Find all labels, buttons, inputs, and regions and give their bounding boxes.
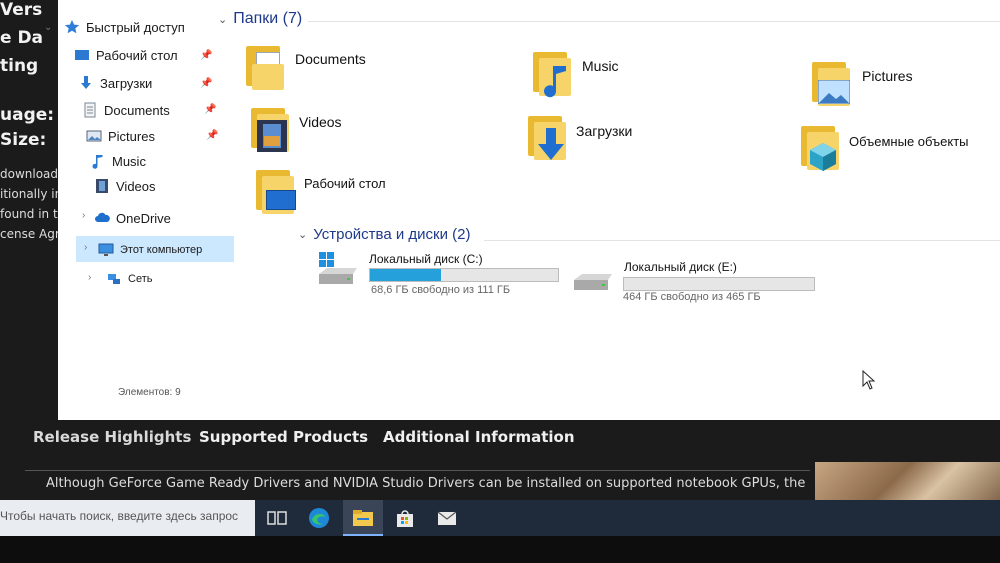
cloud-icon xyxy=(94,210,110,226)
chevron-right-icon[interactable]: › xyxy=(88,272,91,283)
tab-supported-products[interactable]: Supported Products xyxy=(199,428,368,446)
file-explorer-window: ⌄ Быстрый доступ Рабочий стол 📌 Загрузки… xyxy=(44,0,1000,420)
drive-usage-bar xyxy=(623,277,815,291)
nav-item-this-pc[interactable]: Этот компьютер xyxy=(98,239,202,261)
chevron-right-icon[interactable]: › xyxy=(84,242,87,253)
drive-name: Локальный диск (C:) xyxy=(369,252,483,266)
bg-text-fragment: e Da xyxy=(0,28,44,48)
nav-item-music[interactable]: Music xyxy=(90,150,146,172)
hard-drive-icon xyxy=(572,270,614,290)
star-icon xyxy=(64,19,80,35)
drive-free-space: 68,6 ГБ свободно из 111 ГБ xyxy=(371,284,511,296)
chevron-down-icon[interactable]: ⌄ xyxy=(298,228,307,241)
tab-divider xyxy=(25,470,810,471)
navigation-pane: ⌄ Быстрый доступ Рабочий стол 📌 Загрузки… xyxy=(44,0,234,420)
taskbar-search-box[interactable]: Чтобы начать поиск, введите здесь запрос xyxy=(0,500,255,536)
group-divider xyxy=(484,240,1000,241)
pin-icon[interactable]: 📌 xyxy=(200,50,212,61)
3d-objects-folder-icon xyxy=(799,126,839,171)
nav-item-label: Documents xyxy=(104,102,170,118)
nav-item-label: Этот компьютер xyxy=(120,244,203,256)
music-note-icon xyxy=(90,153,106,169)
pictures-folder-icon xyxy=(810,62,850,106)
group-title: Устройства и диски (2) xyxy=(313,226,471,243)
film-icon xyxy=(94,178,110,194)
nav-item-quick-access[interactable]: Быстрый доступ xyxy=(64,16,185,38)
bg-text-fragment: download xyxy=(0,167,59,181)
folder-label: Documents xyxy=(295,51,366,67)
nav-item-label: Music xyxy=(112,153,146,169)
desktop-icon xyxy=(74,47,90,63)
folder-label: Pictures xyxy=(862,68,913,84)
mouse-pointer-icon xyxy=(862,369,876,395)
nav-item-label: Загрузки xyxy=(100,75,153,91)
bg-text-fragment: ting xyxy=(0,56,39,76)
folder-label: Загрузки xyxy=(576,123,633,139)
folder-label: Рабочий стол xyxy=(304,176,386,191)
bg-text-fragment: Size: xyxy=(0,130,47,150)
drive-usage-fill xyxy=(370,269,442,281)
computer-icon xyxy=(98,242,114,258)
music-folder-icon xyxy=(531,52,571,98)
nav-item-onedrive[interactable]: OneDrive xyxy=(94,207,171,229)
tab-release-highlights[interactable]: Release Highlights xyxy=(33,428,191,446)
nav-item-label: Pictures xyxy=(108,128,155,144)
download-arrow-icon xyxy=(78,75,94,91)
content-pane: ⌄ Папки (7) Documents Music Pictures Vid… xyxy=(218,0,1000,420)
chevron-down-icon[interactable]: ⌄ xyxy=(44,22,52,33)
folder-label: Videos xyxy=(299,114,342,130)
drive-usage-bar xyxy=(369,268,559,282)
drive-free-space: 464 ГБ свободно из 465 ГБ xyxy=(623,291,761,303)
group-title: Папки (7) xyxy=(233,10,303,27)
chevron-down-icon[interactable]: ⌄ xyxy=(218,13,227,26)
nav-item-label: Сеть xyxy=(128,273,153,285)
item-count-status: Элементов: 9 xyxy=(118,387,181,398)
group-divider xyxy=(308,21,1000,22)
bg-text-fragment: uage: xyxy=(0,105,55,125)
mail-icon[interactable] xyxy=(435,506,459,530)
task-view-icon[interactable] xyxy=(265,506,289,530)
nav-item-label: Быстрый доступ xyxy=(86,19,185,35)
search-placeholder: Чтобы начать поиск, введите здесь запрос xyxy=(0,509,239,523)
documents-folder-icon xyxy=(244,46,284,90)
chevron-right-icon[interactable]: › xyxy=(82,210,85,221)
folder-label: Объемные объекты xyxy=(849,134,969,149)
tab-additional-information[interactable]: Additional Information xyxy=(383,428,575,446)
videos-folder-icon xyxy=(249,108,289,152)
taskbar: Чтобы начать поиск, введите здесь запрос xyxy=(0,500,1000,536)
nav-item-downloads[interactable]: Загрузки xyxy=(78,72,152,94)
folder-label: Music xyxy=(582,58,619,74)
nav-item-label: OneDrive xyxy=(116,210,171,226)
pin-icon[interactable]: 📌 xyxy=(204,104,216,115)
nav-item-label: Рабочий стол xyxy=(96,47,178,63)
nav-item-pictures[interactable]: Pictures xyxy=(86,125,155,147)
folders-group-header[interactable]: ⌄ Папки (7) xyxy=(218,10,302,28)
windows-drive-icon xyxy=(317,252,359,284)
nav-item-documents[interactable]: Documents xyxy=(82,99,170,121)
picture-icon xyxy=(86,128,102,144)
nav-item-videos[interactable]: Videos xyxy=(94,175,156,197)
pin-icon[interactable]: 📌 xyxy=(206,130,218,141)
drive-name: Локальный диск (E:) xyxy=(624,260,737,274)
desktop-folder-icon xyxy=(254,170,296,214)
file-explorer-icon[interactable] xyxy=(351,506,375,530)
nav-item-network[interactable]: Сеть xyxy=(106,268,152,290)
downloads-folder-icon xyxy=(526,116,566,160)
document-icon xyxy=(82,102,98,118)
bg-text-fragment: Vers xyxy=(0,0,43,20)
network-icon xyxy=(106,271,122,287)
nav-item-desktop[interactable]: Рабочий стол xyxy=(74,44,178,66)
edge-icon[interactable] xyxy=(307,506,331,530)
pin-icon[interactable]: 📌 xyxy=(200,78,212,89)
store-icon[interactable] xyxy=(393,506,417,530)
devices-group-header[interactable]: ⌄ Устройства и диски (2) xyxy=(298,226,470,243)
monitor-bezel xyxy=(0,536,1000,563)
nav-item-label: Videos xyxy=(116,178,156,194)
background-body-text: Although GeForce Game Ready Drivers and … xyxy=(46,476,806,491)
